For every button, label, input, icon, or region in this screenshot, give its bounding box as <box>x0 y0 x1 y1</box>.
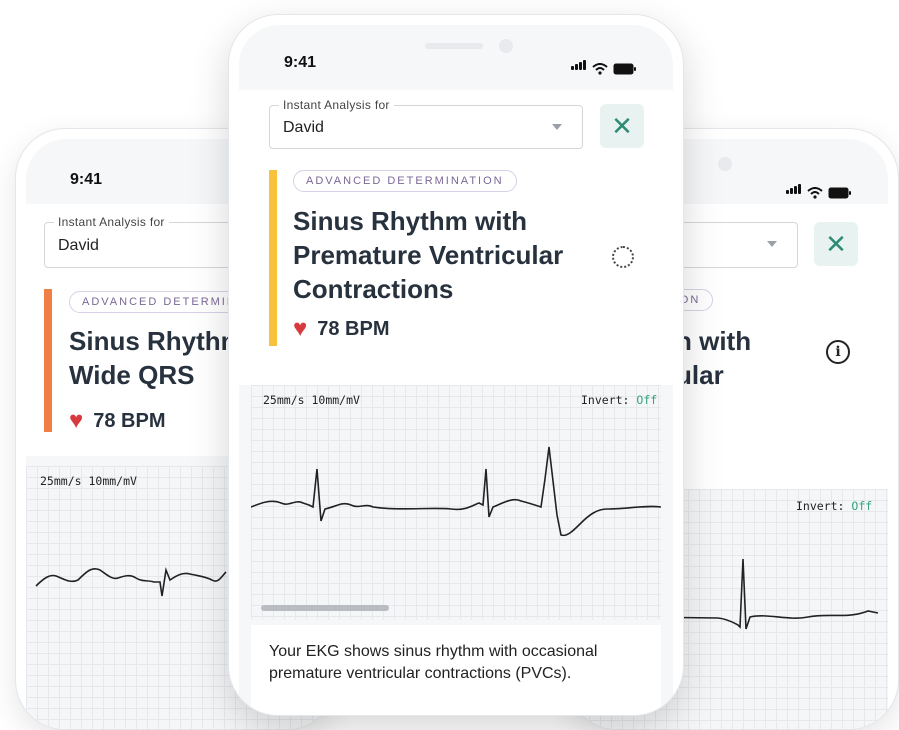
camera-dot <box>499 39 513 53</box>
ekg-summary: Your EKG shows sinus rhythm with occasio… <box>269 641 597 685</box>
speaker-grille <box>425 43 483 49</box>
close-button[interactable]: ✕ <box>600 104 644 148</box>
close-icon: ✕ <box>611 110 633 141</box>
accent-bar <box>269 170 277 346</box>
close-icon: ✕ <box>825 228 847 259</box>
heart-icon: ♥ <box>293 315 308 342</box>
status-time: 9:41 <box>70 171 103 188</box>
wifi-icon <box>592 63 608 75</box>
spinner-icon <box>612 246 634 268</box>
chevron-down-icon <box>552 124 562 130</box>
field-label: Instant Analysis for <box>279 98 394 112</box>
signal-icon <box>786 181 802 199</box>
ekg-scrollbar[interactable] <box>261 605 389 611</box>
signal-icon <box>571 57 587 75</box>
battery-icon <box>613 63 636 75</box>
bpm-value: 78 BPM <box>317 317 390 340</box>
bpm-value: 78 BPM <box>93 409 166 432</box>
center-phone-screen: 9:41 Instant Analysis for David ✕ ADVANC… <box>239 25 673 715</box>
summary-line1: Your EKG shows sinus rhythm with occasio… <box>269 643 598 660</box>
battery-icon <box>828 187 851 199</box>
heart-icon: ♥ <box>69 407 84 434</box>
close-button[interactable]: ✕ <box>814 222 858 266</box>
rhythm-title: Sinus Rhythm with Premature Ventricular … <box>293 206 564 304</box>
heart-rate: ♥ 78 BPM <box>293 315 390 343</box>
info-icon[interactable]: i <box>826 340 850 364</box>
chevron-down-icon <box>767 241 777 247</box>
status-time: 9:41 <box>284 54 317 71</box>
center-analysis-card: Instant Analysis for David ✕ ADVANCED DE… <box>239 90 673 385</box>
ekg-strip: 25mm/s 10mm/mV Invert: Off <box>251 385 661 620</box>
field-value: David <box>283 119 324 136</box>
summary-line2: premature ventricular contractions (PVCs… <box>269 665 572 682</box>
rhythm-title-line1: n with <box>676 326 752 356</box>
wifi-icon <box>807 187 823 199</box>
status-icons <box>786 181 852 199</box>
status-icons <box>571 57 637 75</box>
ekg-trace <box>251 446 661 537</box>
center-phone: 9:41 Instant Analysis for David ✕ ADVANC… <box>228 14 684 716</box>
center-person-select[interactable]: Instant Analysis for David <box>269 98 583 149</box>
field-value: David <box>58 237 99 254</box>
camera-dot <box>718 157 732 171</box>
field-label: Instant Analysis for <box>54 215 169 229</box>
heart-rate: ♥ 78 BPM <box>69 407 166 435</box>
rhythm-title: n with ular <box>676 324 751 392</box>
rhythm-title-line2: ular <box>676 360 724 390</box>
accent-bar <box>44 289 52 432</box>
determination-badge: ADVANCED DETERMINATION <box>293 170 517 192</box>
summary-card: Your EKG shows sinus rhythm with occasio… <box>251 625 661 715</box>
